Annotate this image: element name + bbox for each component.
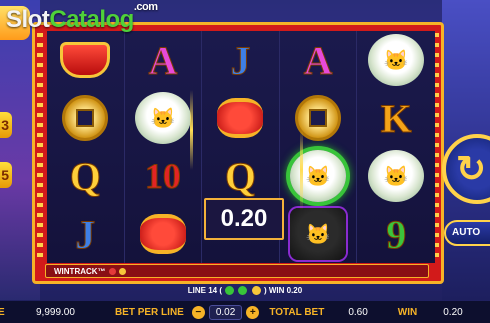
wintrack-ball-gold [118,267,126,275]
reel-cell: 🐱 [280,147,358,205]
reel-cell [47,89,125,147]
slotcatalog-watermark: SlotCatalog.com [6,1,158,34]
side-button-bottom[interactable]: 5 [0,162,12,188]
side-button-top[interactable]: 3 [0,112,12,138]
total-bet-value: 0.60 [348,306,368,318]
symbol-q: Q [224,153,257,199]
sparkle-effect [190,90,193,170]
line-win-info: LINE 14 ( ) WIN 0.20 [0,286,490,298]
line-symbol-cat-icon [225,286,235,296]
spin-arrow-icon: ↻ [456,148,487,189]
reel-cell: 🐱 [357,147,435,205]
symbol-10: 10 [144,156,181,197]
reel-cell: J [47,205,125,263]
reel-cell [125,205,203,263]
wintrack-bar: WINTRACK™ [45,264,429,278]
wintrack-label: WINTRACK™ [54,266,106,276]
maneki-neko-gold-icon: 🐱 [368,34,425,86]
line-symbol-coin-icon [251,286,261,296]
reel-cell [280,89,358,147]
balance-value: 9,999.00 [36,306,75,318]
symbol-k: K [380,95,412,141]
reel-cell: 9 [357,205,435,263]
symbol-j: J [230,37,251,83]
bet-per-line-value: 0.02 [208,304,243,320]
bet-per-line-label: BET PER LINE [114,306,184,318]
reel-cell [202,89,280,147]
reel-frame: A J A 🐱 🐱 K Q 10 Q 🐱 🐱 J 🐱 9 WINTRACK™ [32,22,444,284]
reel-cell: Q [47,147,125,205]
reel-cell: Q [202,147,280,205]
symbol-a: A [303,37,333,83]
balance-label-fragment: E [0,306,5,318]
line-symbol-cat-icon [238,286,248,296]
line-win: WIN 0.20 [268,286,303,295]
maneki-neko-icon: 🐱 [290,150,347,202]
symbol-q: Q [69,153,101,199]
reel-cell [47,31,125,89]
watermark-slot: Slot [6,6,50,33]
reel-cell: K [357,89,435,147]
line-close-paren: ) [263,286,267,295]
maneki-neko-red-icon: 🐱 [368,150,425,202]
reel-cell: A [280,31,358,89]
maneki-neko-icon: 🐱 [134,92,191,144]
black-cat-icon: 🐱 [290,208,347,260]
bet-increase-button[interactable]: + [246,305,260,319]
symbol-a: A [148,37,178,83]
symbol-9: 9 [386,211,407,257]
reel-cell: 🐱 [280,205,358,263]
red-lantern-icon [139,214,186,254]
fortune-pot-icon [60,42,111,78]
reel-cell: 🐱 [357,31,435,89]
bottom-bar: E 9,999.00 BET PER LINE − 0.02 + TOTAL B… [0,301,490,323]
win-amount-display: 0.20 [204,198,284,240]
watermark-catalog: Catalog [49,6,134,33]
frame-lights-left [37,33,43,259]
win-label: WIN [397,306,418,318]
line-number: LINE 14 ( [187,286,223,295]
symbol-j: J [75,211,96,257]
gold-coin-icon [62,95,109,141]
watermark-suffix: .com [133,1,158,13]
auto-spin-button[interactable]: AUTO [444,220,490,246]
reel-cell: A [125,31,203,89]
wintrack-ball-red [108,267,116,275]
reel-cell: J [202,31,280,89]
sparkle-effect [300,130,303,210]
total-bet-label: TOTAL BET [269,306,325,318]
red-lantern-icon [217,98,264,138]
bet-decrease-button[interactable]: − [191,305,205,319]
win-value: 0.20 [443,306,463,318]
